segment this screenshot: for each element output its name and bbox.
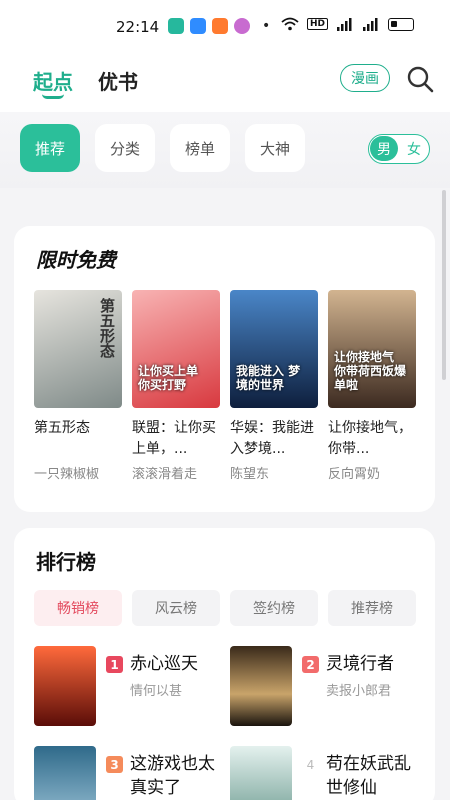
rank-tab-bestseller[interactable]: 畅销榜	[34, 590, 122, 626]
rank-book-author: 情何以甚	[130, 684, 183, 699]
rank-book-cover[interactable]	[230, 746, 292, 800]
rank-book-cover[interactable]	[34, 646, 96, 726]
cover-text: 让你买上单 你买打野	[138, 364, 199, 392]
free-section-card: 限时免费 第五形态 第五形态 一只辣椒椒 让你买上单 你买打野 联盟：让你买上单…	[14, 226, 435, 512]
ranking-section-title: 排行榜	[36, 550, 96, 574]
rank-book-title: 赤心巡天	[130, 654, 198, 674]
book-item[interactable]: 让你接地气 你带荷西饭爆单啦 让你接地气，你带... 反向霄奶	[328, 290, 416, 482]
cover-text: 我能进入 梦境的世界	[236, 364, 301, 392]
app-notification-icon	[212, 18, 228, 34]
rank-tab-signed[interactable]: 签约榜	[230, 590, 318, 626]
book-cover[interactable]: 我能进入 梦境的世界	[230, 290, 318, 408]
cover-text: 让你接地气 你带荷西饭爆单啦	[334, 350, 407, 392]
book-item[interactable]: 我能进入 梦境的世界 华娱：我能进入梦境... 陈望东	[230, 290, 318, 482]
app-notification-icon	[190, 18, 206, 34]
chip-recommend[interactable]: 推荐	[20, 124, 80, 172]
book-title: 让你接地气，你带...	[328, 420, 412, 457]
chip-masters[interactable]: 大神	[245, 124, 305, 172]
book-author: 反向霄奶	[328, 467, 381, 482]
tab-qidian[interactable]: 起点	[33, 66, 73, 95]
book-title: 华娱：我能进入梦境...	[230, 420, 314, 457]
rank-book-title: 灵境行者	[326, 654, 394, 674]
gender-female-option[interactable]: 女	[401, 136, 427, 161]
rank-book-title: 这游戏也太真实了	[130, 754, 215, 798]
tab-youshu[interactable]: 优书	[98, 66, 138, 95]
status-app-icons: •	[168, 18, 270, 34]
wifi-icon	[281, 17, 299, 31]
gender-toggle[interactable]: 男 女	[368, 134, 430, 164]
gender-male-option[interactable]: 男	[370, 136, 398, 161]
rank-number: 4	[306, 757, 315, 772]
rank-number: 1	[106, 656, 123, 673]
app-notification-icon	[234, 18, 250, 34]
signal-icon	[363, 17, 378, 31]
scrollbar[interactable]	[442, 190, 446, 380]
rank-list-item[interactable]: 2 灵境行者 卖报小郎君	[230, 646, 430, 726]
app-notification-icon	[168, 18, 184, 34]
rank-list-item[interactable]: 4 苟在妖武乱世修仙	[230, 746, 430, 800]
book-item[interactable]: 第五形态 第五形态 一只辣椒椒	[34, 290, 122, 482]
status-dot: •	[262, 18, 271, 34]
book-title: 联盟：让你买上单，...	[132, 420, 216, 457]
hd-badge: HD	[306, 18, 328, 30]
book-cover[interactable]: 让你买上单 你买打野	[132, 290, 220, 408]
book-cover[interactable]: 第五形态	[34, 290, 122, 408]
book-item[interactable]: 让你买上单 你买打野 联盟：让你买上单，... 滚滚滑着走	[132, 290, 220, 482]
status-time: 22:14	[116, 18, 160, 36]
rank-book-title: 苟在妖武乱世修仙	[326, 754, 411, 798]
chip-ranking[interactable]: 榜单	[170, 124, 230, 172]
ranking-section-card: 排行榜 畅销榜 风云榜 签约榜 推荐榜 1 赤心巡天 情何以甚 2 灵境行者 卖…	[14, 528, 435, 800]
rank-number: 3	[106, 756, 123, 773]
book-title: 第五形态	[34, 420, 90, 436]
book-author: 陈望东	[230, 467, 270, 482]
book-author: 滚滚滑着走	[132, 467, 198, 482]
rank-tab-trending[interactable]: 风云榜	[132, 590, 220, 626]
active-tab-indicator	[42, 94, 64, 99]
book-cover[interactable]: 让你接地气 你带荷西饭爆单啦	[328, 290, 416, 408]
rank-list-item[interactable]: 3 这游戏也太真实了	[34, 746, 234, 800]
status-bar: 22:14 • HD	[0, 0, 450, 56]
cover-text: 第五形态	[98, 298, 116, 358]
free-section-title: 限时免费	[36, 248, 116, 272]
chip-category[interactable]: 分类	[95, 124, 155, 172]
search-icon[interactable]	[405, 64, 435, 94]
book-author: 一只辣椒椒	[34, 467, 100, 482]
rank-book-cover[interactable]	[230, 646, 292, 726]
rank-book-cover[interactable]	[34, 746, 96, 800]
battery-icon	[388, 17, 414, 31]
rank-tab-recommended[interactable]: 推荐榜	[328, 590, 416, 626]
manga-button[interactable]: 漫画	[340, 64, 390, 92]
filter-row: 推荐 分类 榜单 大神 男 女	[0, 112, 450, 188]
rank-number: 2	[302, 656, 319, 673]
rank-list-item[interactable]: 1 赤心巡天 情何以甚	[34, 646, 234, 726]
status-indicators: HD	[281, 17, 414, 31]
signal-icon	[337, 17, 352, 31]
rank-book-author: 卖报小郎君	[326, 684, 392, 699]
top-navigation: 起点 优书 漫画	[0, 56, 450, 112]
